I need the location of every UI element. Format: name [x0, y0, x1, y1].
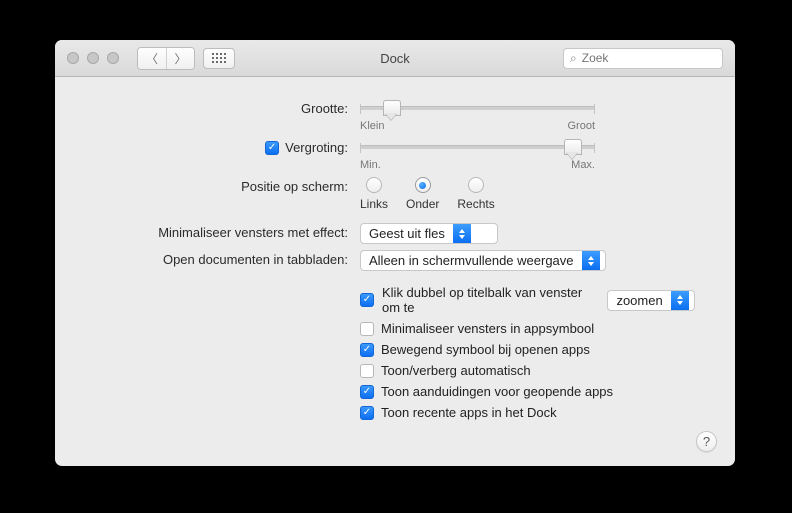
close-icon[interactable]	[67, 52, 79, 64]
magnification-checkbox[interactable]: ✓	[265, 141, 279, 155]
search-icon: ⌕	[570, 51, 577, 66]
magnification-slider-thumb[interactable]	[564, 139, 580, 160]
radio-icon	[366, 177, 382, 193]
check-doubleclick: ✓ Klik dubbel op titelbalk van venster o…	[360, 285, 695, 315]
chevron-right-icon: 〉	[174, 50, 186, 67]
check-icon: ✓	[363, 408, 371, 418]
doubleclick-action-select[interactable]: zoomen	[607, 290, 695, 311]
search-field[interactable]: ⌕	[563, 48, 723, 69]
autohide-checkbox[interactable]	[360, 364, 374, 378]
row-position: Positie op scherm: Links Onder Rechts	[95, 177, 695, 211]
check-icon: ✓	[363, 387, 371, 397]
minimize-icon[interactable]	[87, 52, 99, 64]
window-controls	[55, 52, 119, 64]
forward-button[interactable]: 〉	[166, 48, 194, 69]
magnification-slider[interactable]	[360, 145, 595, 149]
search-input[interactable]	[582, 51, 735, 65]
magnification-min-label: Min.	[360, 159, 381, 171]
magnification-max-label: Max.	[571, 159, 595, 171]
doubleclick-checkbox[interactable]: ✓	[360, 293, 374, 307]
check-icon: ✓	[363, 345, 371, 355]
grid-icon	[212, 53, 226, 63]
position-option-links[interactable]: Links	[360, 177, 388, 211]
magnification-label: Vergroting:	[285, 140, 348, 155]
size-max-label: Groot	[567, 120, 595, 132]
minimize-effect-label: Minimaliseer vensters met effect:	[95, 223, 360, 240]
recent-apps-checkbox[interactable]: ✓	[360, 406, 374, 420]
minimize-into-app-checkbox[interactable]	[360, 322, 374, 336]
preferences-window: 〈 〉 Dock ⌕ Grootte:	[55, 40, 735, 466]
zoom-icon[interactable]	[107, 52, 119, 64]
titlebar: 〈 〉 Dock ⌕	[55, 40, 735, 77]
radio-icon	[468, 177, 484, 193]
check-icon: ✓	[268, 143, 276, 153]
minimize-effect-select[interactable]: Geest uit fles	[360, 223, 498, 244]
updown-arrows-icon	[582, 251, 600, 270]
radio-icon	[415, 177, 431, 193]
size-min-label: Klein	[360, 120, 384, 132]
help-button[interactable]: ?	[696, 431, 717, 452]
open-tabs-label: Open documenten in tabbladen:	[95, 250, 360, 267]
updown-arrows-icon	[453, 224, 471, 243]
row-minimize-effect: Minimaliseer vensters met effect: Geest …	[95, 223, 695, 244]
check-animate-open: ✓ Bewegend symbool bij openen apps	[360, 342, 695, 357]
row-checklist: ✓ Klik dubbel op titelbalk van venster o…	[95, 285, 695, 420]
position-option-rechts[interactable]: Rechts	[457, 177, 494, 211]
size-label: Grootte:	[95, 99, 360, 116]
size-slider-thumb[interactable]	[383, 100, 399, 121]
check-recent-apps: ✓ Toon recente apps in het Dock	[360, 405, 695, 420]
open-tabs-select[interactable]: Alleen in schermvullende weergave	[360, 250, 606, 271]
row-open-tabs: Open documenten in tabbladen: Alleen in …	[95, 250, 695, 271]
content-area: Grootte: Klein Groot ✓ Vergroting:	[55, 77, 735, 448]
updown-arrows-icon	[671, 291, 689, 310]
animate-open-checkbox[interactable]: ✓	[360, 343, 374, 357]
back-button[interactable]: 〈	[138, 48, 166, 69]
row-size: Grootte: Klein Groot	[95, 99, 695, 132]
check-autohide: Toon/verberg automatisch	[360, 363, 695, 378]
check-minimize-into-app: Minimaliseer vensters in appsymbool	[360, 321, 695, 336]
indicators-checkbox[interactable]: ✓	[360, 385, 374, 399]
row-magnification: ✓ Vergroting: Min. Max.	[95, 138, 695, 171]
show-all-button[interactable]	[203, 48, 235, 69]
check-icon: ✓	[363, 295, 371, 305]
position-radio-group: Links Onder Rechts	[360, 177, 695, 211]
nav-back-forward: 〈 〉	[137, 47, 195, 70]
position-label: Positie op scherm:	[95, 177, 360, 194]
position-option-onder[interactable]: Onder	[406, 177, 439, 211]
size-slider[interactable]	[360, 106, 595, 110]
check-indicators: ✓ Toon aanduidingen voor geopende apps	[360, 384, 695, 399]
chevron-left-icon: 〈	[146, 50, 158, 67]
